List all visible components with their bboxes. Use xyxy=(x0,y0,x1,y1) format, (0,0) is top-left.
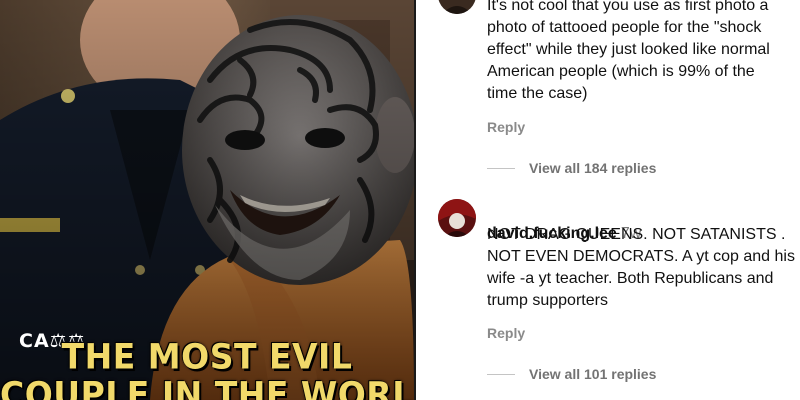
avatar[interactable] xyxy=(438,199,476,237)
reply-button[interactable]: Reply xyxy=(487,119,525,135)
headline-line-2: COUPLE IN THE WORLD xyxy=(0,373,414,400)
image-headline: THE MOST EVIL COUPLE IN THE WORLD xyxy=(0,338,414,400)
view-replies-button[interactable]: View all 101 replies xyxy=(487,364,656,384)
comments-panel: It's not cool that you use as first phot… xyxy=(416,0,800,400)
view-replies-button[interactable]: View all 184 replies xyxy=(487,158,656,178)
avatar-image xyxy=(438,0,476,14)
post-image[interactable]: CA⚖⚖ THE MOST EVIL COUPLE IN THE WORLD xyxy=(0,0,414,400)
view-replies-label: View all 184 replies xyxy=(529,160,657,176)
divider-line xyxy=(487,373,515,375)
avatar-image xyxy=(438,199,476,237)
view-replies-label: View all 101 replies xyxy=(529,366,657,382)
comment-text: It's not cool that you use as first phot… xyxy=(487,0,770,102)
comment-text: NOT DRAG QUEENS. NOT SATANISTS . NOT EVE… xyxy=(487,226,795,309)
avatar[interactable] xyxy=(438,0,476,14)
divider-line xyxy=(487,167,515,169)
headline-line-1: THE MOST EVIL xyxy=(61,336,353,378)
reply-button[interactable]: Reply xyxy=(487,325,525,341)
